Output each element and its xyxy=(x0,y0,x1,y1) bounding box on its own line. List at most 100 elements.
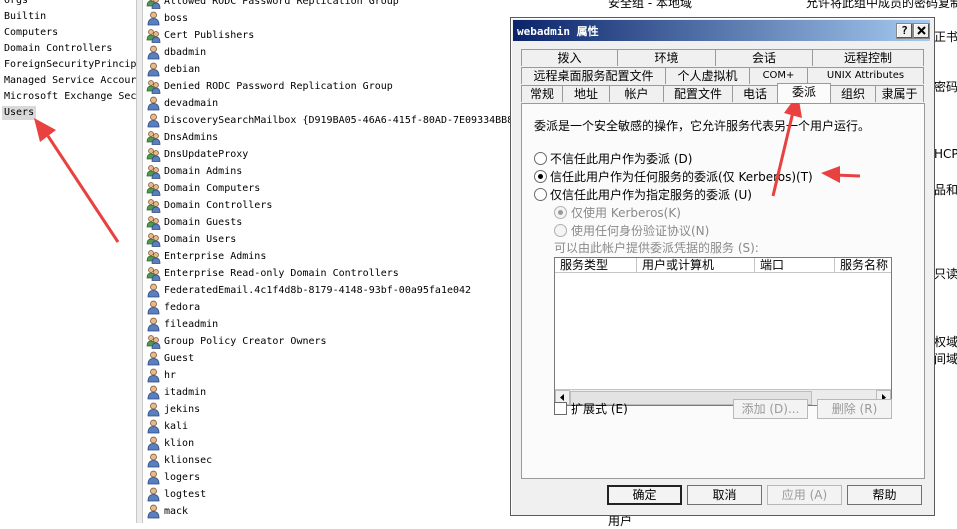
tab-sessions[interactable]: 会话 xyxy=(715,49,813,66)
tab-rds-profile[interactable]: 远程桌面服务配置文件 xyxy=(521,67,666,84)
group-icon xyxy=(146,79,161,94)
tree-item[interactable]: Domain Controllers xyxy=(4,42,112,56)
ok-button[interactable]: 确定 xyxy=(607,485,682,505)
group-icon xyxy=(146,232,161,247)
user-icon xyxy=(146,351,161,366)
tree-item[interactable]: ForeignSecurityPrincip xyxy=(4,58,136,72)
list-item-label: jekins xyxy=(164,404,201,415)
radio-no-trust-label[interactable]: 不信任此用户作为委派 (D) xyxy=(550,150,692,167)
bg-text-2: 密码复 xyxy=(934,80,957,94)
radio-kerberos-only xyxy=(554,206,567,219)
tab-com[interactable]: COM+ xyxy=(749,67,808,84)
tab-dialin[interactable]: 拨入 xyxy=(521,49,618,66)
radio-trust-specified[interactable] xyxy=(534,188,547,201)
user-icon xyxy=(146,487,161,502)
radio-trust-any-label[interactable]: 信任此用户作为任何服务的委派(仅 Kerberos)(T) xyxy=(550,168,813,185)
bg-text-6: 权域的 xyxy=(934,335,957,349)
bg-text-3: HCP xyxy=(934,147,957,161)
list-item-label: klionsec xyxy=(164,455,213,466)
list-item-label: Domain Users xyxy=(164,234,237,245)
group-icon xyxy=(146,249,161,264)
help-title-button[interactable]: ? xyxy=(896,23,913,39)
tab-telephones[interactable]: 电话 xyxy=(732,85,778,102)
user-icon xyxy=(146,11,161,26)
radio-any-protocol xyxy=(554,224,567,237)
col-port[interactable]: 端口 xyxy=(755,258,835,273)
list-item-label: fedora xyxy=(164,302,201,313)
tree-item[interactable]: Builtin xyxy=(4,10,46,24)
tab-environment[interactable]: 环境 xyxy=(617,49,716,66)
group-icon xyxy=(146,334,161,349)
radio-kerberos-dot xyxy=(558,210,563,215)
tree-item[interactable]: Users xyxy=(2,106,37,120)
user-icon xyxy=(146,419,161,434)
list-item-label: logers xyxy=(164,472,201,483)
bg-text-4: 品和服 xyxy=(934,183,957,197)
group-icon xyxy=(146,130,161,145)
help-button[interactable]: 帮助 xyxy=(847,485,922,505)
apply-button[interactable]: 应用 (A) xyxy=(767,485,842,505)
radio-trust-any[interactable] xyxy=(534,170,547,183)
tab-account[interactable]: 帐户 xyxy=(609,85,664,102)
delegation-panel: 委派是一个安全敏感的操作，它允许服务代表另一个用户运行。 不信任此用户作为委派 … xyxy=(521,103,925,479)
expanded-checkbox[interactable] xyxy=(554,402,567,415)
tab-delegation[interactable]: 委派 xyxy=(777,83,831,103)
list-item-label: Cert Publishers xyxy=(164,30,255,41)
list-item-label: boss xyxy=(164,13,189,24)
list-item-label: Domain Computers xyxy=(164,183,261,194)
add-button[interactable]: 添加 (D)... xyxy=(733,399,808,419)
radio-selected-dot xyxy=(538,174,543,179)
user-icon xyxy=(146,470,161,485)
list-item-label: mack xyxy=(164,506,189,517)
user-icon xyxy=(146,283,161,298)
tree-item[interactable]: Managed Service Accour xyxy=(4,74,136,88)
list-item-label: hr xyxy=(164,370,177,381)
group-icon xyxy=(146,147,161,162)
delegation-description: 委派是一个安全敏感的操作，它允许服务代表另一个用户运行。 xyxy=(534,119,871,133)
list-item-label: debian xyxy=(164,64,201,75)
tree-item[interactable]: Orgs xyxy=(4,0,28,8)
list-item-label: devadmain xyxy=(164,98,219,109)
group-icon xyxy=(146,0,161,9)
tree-item[interactable]: Microsoft Exchange Sec xyxy=(4,90,136,104)
tab-profile[interactable]: 配置文件 xyxy=(663,85,733,102)
tab-address[interactable]: 地址 xyxy=(562,85,610,102)
remove-button[interactable]: 删除 (R) xyxy=(817,399,892,419)
user-icon xyxy=(146,436,161,451)
bg-description: 允许将此组中成员的密码复制 xyxy=(806,0,957,10)
expanded-label[interactable]: 扩展式 (E) xyxy=(571,400,628,417)
cancel-button[interactable]: 取消 xyxy=(687,485,762,505)
tab-general[interactable]: 常规 xyxy=(521,85,563,102)
radio-any-protocol-label: 使用任何身份验证协议(N) xyxy=(571,224,710,238)
col-service-name[interactable]: 服务名称 xyxy=(835,258,891,273)
tab-remote-control[interactable]: 远程控制 xyxy=(812,49,924,66)
user-icon xyxy=(146,385,161,400)
dialog-titlebar[interactable]: webadmin 属性 ? xyxy=(513,20,930,41)
close-title-button[interactable] xyxy=(913,23,930,39)
tree-item[interactable]: Computers xyxy=(4,26,58,40)
dialog-title: webadmin 属性 xyxy=(517,25,599,38)
tab-unix-attributes[interactable]: UNIX Attributes xyxy=(807,67,924,84)
pane-splitter[interactable] xyxy=(136,0,143,523)
object-list: Allowed RODC Password Replication Group b… xyxy=(145,0,515,523)
list-item-label: logtest xyxy=(164,489,207,500)
tab-personal-vm[interactable]: 个人虚拟机 xyxy=(665,67,750,84)
list-item-label: FederatedEmail.4c1f4d8b-8179-4148-93bf-0… xyxy=(164,285,472,296)
list-item-label: Enterprise Read-only Domain Controllers xyxy=(164,268,399,279)
services-table[interactable]: 服务类型 用户或计算机 端口 服务名称 xyxy=(554,257,892,406)
list-item-label: DnsAdmins xyxy=(164,132,219,143)
properties-dialog: webadmin 属性 ? 拨入 环境 会话 远程控制 远程桌面服务配置文件 个… xyxy=(510,17,935,516)
col-user-or-computer[interactable]: 用户或计算机 xyxy=(637,258,755,273)
col-service-type[interactable]: 服务类型 xyxy=(555,258,637,273)
bg-group-type: 安全组 - 本地域 xyxy=(608,0,692,10)
list-item-label: itadmin xyxy=(164,387,207,398)
tab-organization[interactable]: 组织 xyxy=(830,85,876,102)
list-item-label: fileadmin xyxy=(164,319,219,330)
radio-no-trust[interactable] xyxy=(534,152,547,165)
user-icon xyxy=(146,453,161,468)
user-icon xyxy=(146,504,161,519)
tab-member-of[interactable]: 隶属于 xyxy=(875,85,924,102)
radio-kerberos-only-label: 仅使用 Kerberos(K) xyxy=(571,206,681,220)
list-item-label: Domain Controllers xyxy=(164,200,273,211)
radio-trust-specified-label[interactable]: 仅信任此用户作为指定服务的委派 (U) xyxy=(550,186,752,203)
